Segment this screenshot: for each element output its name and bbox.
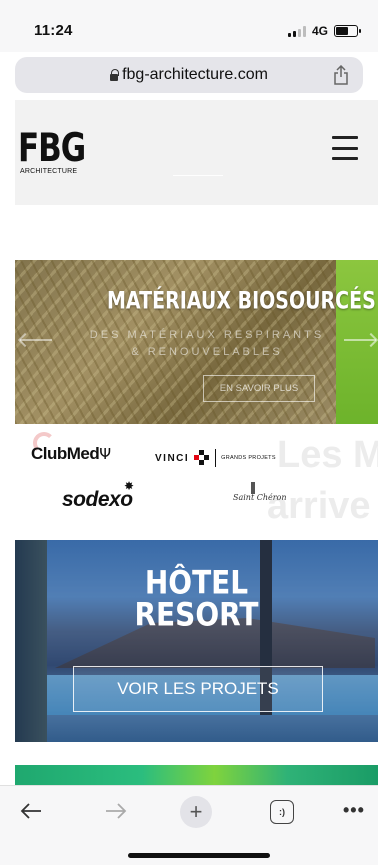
vinci-mark-icon bbox=[194, 450, 210, 466]
battery-icon bbox=[334, 25, 361, 37]
vinci-tagline: GRANDS PROJETS bbox=[221, 455, 276, 461]
new-tab-button[interactable]: + bbox=[180, 796, 212, 828]
back-arrow-icon[interactable] bbox=[20, 802, 42, 820]
client-logos: Les M arrive ClubMedΨ VINCI GRANDS PROJE… bbox=[15, 430, 378, 538]
vinci-divider bbox=[215, 449, 217, 467]
trident-icon: Ψ bbox=[99, 445, 111, 463]
site-header: FBG ARCHITECTURE bbox=[15, 100, 378, 205]
background-headline-line1: Les M bbox=[277, 434, 378, 476]
home-indicator bbox=[128, 853, 270, 858]
hero-slider: MATÉRIAUX BIOSOURCÉS DES MATÉRIAUX RESPI… bbox=[15, 260, 378, 424]
tabs-button[interactable]: :) bbox=[270, 800, 294, 824]
hotel-title-line2: RESORT bbox=[134, 595, 259, 634]
status-indicators: 4G bbox=[287, 24, 361, 38]
clubmed-logo: ClubMedΨ bbox=[31, 444, 111, 464]
hotel-resort-card[interactable]: HÔTEL RESORT VOIR LES PROJETS bbox=[15, 540, 378, 742]
learn-more-button[interactable]: EN SAVOIR PLUS bbox=[203, 375, 315, 402]
vinci-logo-text: VINCI bbox=[155, 452, 190, 464]
slider-next-arrow-icon[interactable] bbox=[344, 339, 376, 341]
more-menu-icon[interactable]: ••• bbox=[343, 800, 365, 821]
status-time: 11:24 bbox=[34, 22, 73, 39]
slider-prev-arrow-icon[interactable] bbox=[20, 339, 52, 341]
slider-subtitle-line1: DES MATÉRIAUX RESPIRANTS bbox=[89, 329, 325, 341]
network-label: 4G bbox=[311, 24, 328, 38]
site-logo[interactable]: FBG bbox=[18, 126, 86, 171]
address-bar[interactable]: fbg-architecture.com bbox=[15, 57, 363, 93]
clubmed-logo-text: ClubMed bbox=[31, 444, 100, 463]
background-headline-line2: arrive bbox=[267, 485, 371, 527]
status-bar: 11:24 4G bbox=[0, 0, 378, 52]
script-logo: Saint Chéron bbox=[233, 493, 287, 502]
sodexo-star-icon: ✸ bbox=[124, 479, 135, 493]
share-icon[interactable] bbox=[333, 65, 349, 85]
url-display[interactable]: fbg-architecture.com bbox=[110, 66, 268, 84]
slider-title: MATÉRIAUX BIOSOURCÉS bbox=[107, 287, 376, 315]
url-text: fbg-architecture.com bbox=[122, 66, 268, 83]
nav-underline bbox=[173, 175, 223, 176]
site-logo-subtext: ARCHITECTURE bbox=[20, 168, 78, 175]
vinci-logo: VINCI GRANDS PROJETS bbox=[155, 449, 276, 467]
slider-subtitle-line2: & RENOUVELABLES bbox=[131, 346, 283, 358]
hamburger-menu-icon[interactable] bbox=[332, 136, 358, 160]
sodexo-logo: sodexo bbox=[62, 488, 133, 511]
slider-overlay bbox=[15, 260, 378, 424]
lock-icon bbox=[110, 68, 120, 81]
view-projects-button[interactable]: VOIR LES PROJETS bbox=[73, 666, 323, 712]
forward-arrow-icon[interactable] bbox=[105, 802, 127, 820]
signal-icon bbox=[287, 25, 306, 37]
